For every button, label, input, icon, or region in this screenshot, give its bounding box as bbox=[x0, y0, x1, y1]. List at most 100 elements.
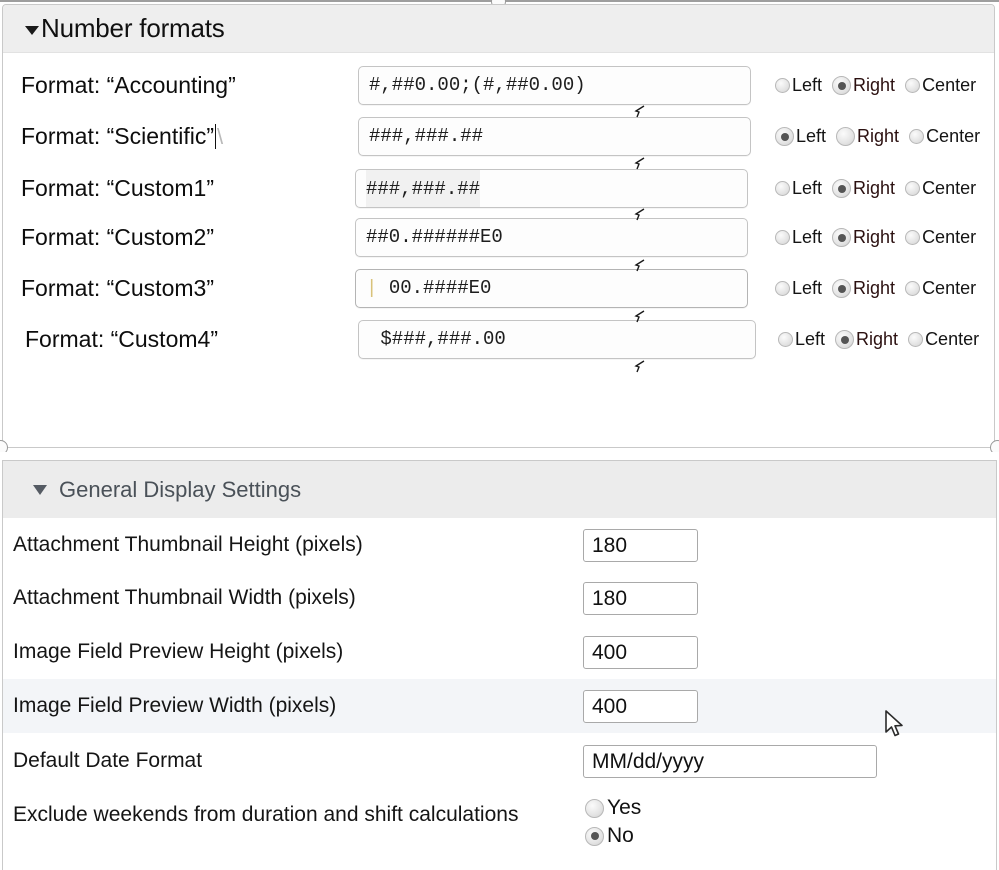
radio-left-icon[interactable] bbox=[775, 281, 790, 296]
radio-right-icon[interactable] bbox=[832, 179, 852, 198]
setting-label: Exclude weekends from duration and shift… bbox=[13, 803, 519, 826]
alignment-option-right[interactable]: Right bbox=[836, 126, 899, 147]
weekends-option-no[interactable]: No bbox=[585, 824, 641, 848]
alignment-option-left[interactable]: Left bbox=[775, 278, 822, 299]
general-display-settings-title: General Display Settings bbox=[59, 476, 302, 502]
radio-yes-icon[interactable] bbox=[585, 798, 604, 818]
format-label: Format: “Accounting” bbox=[21, 72, 236, 98]
weekends-option-yes[interactable]: Yes bbox=[585, 796, 641, 820]
alignment-option-left[interactable]: Left bbox=[778, 329, 825, 350]
radio-left-icon[interactable] bbox=[775, 181, 790, 196]
radio-label: Right bbox=[857, 126, 900, 146]
alignment-radio-group: Left Right Center bbox=[775, 75, 986, 96]
weekends-radio-group: Yes No bbox=[585, 796, 641, 852]
radio-right-icon[interactable] bbox=[832, 76, 852, 95]
setting-value-input[interactable]: 400 bbox=[583, 690, 698, 723]
alignment-option-center[interactable]: Center bbox=[909, 126, 980, 147]
alignment-option-left[interactable]: Left bbox=[775, 178, 822, 199]
setting-row: Attachment Thumbnail Width (pixels) 180 bbox=[3, 571, 996, 625]
radio-label: Left bbox=[792, 227, 823, 247]
format-value-input[interactable]: $###,###.00 bbox=[358, 320, 756, 359]
alignment-radio-group: Left Right Center bbox=[775, 178, 986, 199]
alignment-option-right[interactable]: Right bbox=[832, 178, 895, 199]
format-value-input[interactable]: #,##0.00;(#,##0.00) bbox=[358, 66, 751, 105]
setting-row: Image Field Preview Width (pixels) 400 bbox=[3, 679, 996, 733]
radio-left-icon[interactable] bbox=[778, 332, 793, 347]
radio-label: Center bbox=[925, 329, 980, 349]
format-label: Format: “Custom1” bbox=[21, 175, 214, 201]
radio-center-icon[interactable] bbox=[905, 78, 921, 93]
alignment-option-right[interactable]: Right bbox=[832, 227, 895, 248]
radio-label: Right bbox=[853, 178, 896, 198]
alignment-option-left[interactable]: Left bbox=[775, 227, 822, 248]
radio-center-icon[interactable] bbox=[905, 230, 921, 245]
radio-label: Right bbox=[856, 329, 899, 349]
setting-value-input[interactable]: 180 bbox=[583, 529, 698, 562]
radio-label: Left bbox=[792, 75, 823, 95]
radio-label: Center bbox=[926, 126, 981, 146]
format-label: Format: “Custom3” bbox=[21, 275, 214, 301]
alignment-option-right[interactable]: Right bbox=[832, 75, 895, 96]
radio-label: Center bbox=[922, 178, 977, 198]
radio-center-icon[interactable] bbox=[908, 332, 924, 347]
setting-value-input[interactable]: MM/dd/yyyy bbox=[583, 745, 877, 778]
radio-right-icon[interactable] bbox=[836, 127, 856, 146]
alignment-option-center[interactable]: Center bbox=[905, 75, 976, 96]
setting-value-input[interactable]: 400 bbox=[583, 636, 698, 669]
alignment-radio-group: Left Right Center bbox=[775, 278, 986, 299]
radio-left-icon[interactable] bbox=[775, 78, 790, 93]
radio-label: Right bbox=[853, 75, 896, 95]
alignment-radio-group: Left Right Center bbox=[778, 329, 989, 350]
general-display-settings-panel: General Display Settings Attachment Thum… bbox=[2, 460, 997, 870]
triangle-down-icon[interactable] bbox=[33, 484, 47, 495]
radio-right-icon[interactable] bbox=[832, 228, 852, 247]
format-row-custom4: Format: “Custom4” $###,###.00 Left Right… bbox=[3, 315, 994, 364]
radio-label: Center bbox=[922, 278, 977, 298]
alignment-option-left[interactable]: Left bbox=[775, 75, 822, 96]
panel-divider bbox=[0, 452, 999, 458]
setting-label: Default Date Format bbox=[13, 749, 203, 772]
radio-left-icon[interactable] bbox=[775, 230, 790, 245]
radio-center-icon[interactable] bbox=[905, 281, 921, 296]
setting-value-input[interactable]: 180 bbox=[583, 582, 698, 615]
radio-right-icon[interactable] bbox=[835, 330, 855, 349]
alignment-option-center[interactable]: Center bbox=[905, 178, 976, 199]
setting-row-weekends: Exclude weekends from duration and shift… bbox=[3, 792, 996, 866]
radio-center-icon[interactable] bbox=[905, 181, 921, 196]
radio-center-icon[interactable] bbox=[909, 129, 925, 144]
radio-label: Right bbox=[853, 278, 896, 298]
setting-row: Image Field Preview Height (pixels) 400 bbox=[3, 625, 996, 679]
alignment-option-left[interactable]: Left bbox=[775, 126, 826, 147]
format-row-custom1: Format: “Custom1” ###,###.## Left Right … bbox=[3, 164, 994, 213]
setting-label: Attachment Thumbnail Width (pixels) bbox=[13, 586, 356, 609]
radio-label: Left bbox=[792, 178, 823, 198]
format-label: Format: “Custom2” bbox=[21, 224, 214, 250]
format-value-input[interactable]: ###,###.## bbox=[358, 117, 751, 156]
triangle-down-icon[interactable] bbox=[25, 26, 39, 35]
radio-label: Right bbox=[853, 227, 896, 247]
alignment-radio-group: Left Right Center bbox=[775, 126, 990, 147]
radio-left-icon[interactable] bbox=[775, 127, 794, 146]
alignment-option-center[interactable]: Center bbox=[905, 278, 976, 299]
format-label: Format: “Scientific” \ bbox=[21, 123, 224, 149]
format-value-input[interactable]: ##0.######E0 bbox=[355, 218, 748, 257]
text-caret bbox=[214, 124, 216, 149]
format-value-input[interactable]: | 00.####E0 bbox=[355, 269, 748, 308]
alignment-option-right[interactable]: Right bbox=[832, 278, 895, 299]
alignment-option-center[interactable]: Center bbox=[905, 227, 976, 248]
format-value-input[interactable]: ###,###.## bbox=[355, 169, 748, 208]
number-formats-header[interactable]: Number formats bbox=[3, 5, 994, 53]
radio-label: Left bbox=[796, 126, 827, 146]
radio-label: Center bbox=[922, 75, 977, 95]
format-row-scientific: Format: “Scientific” \ ###,###.## Left Ri… bbox=[3, 112, 994, 161]
radio-label: No bbox=[607, 824, 634, 847]
radio-label: Left bbox=[792, 278, 823, 298]
format-row-custom3: Format: “Custom3” | 00.####E0 Left Right… bbox=[3, 264, 994, 313]
radio-right-icon[interactable] bbox=[832, 279, 852, 298]
setting-label: Attachment Thumbnail Height (pixels) bbox=[13, 532, 363, 556]
alignment-option-right[interactable]: Right bbox=[835, 329, 898, 350]
general-display-settings-header[interactable]: General Display Settings bbox=[3, 461, 996, 518]
radio-no-icon[interactable] bbox=[585, 826, 604, 846]
alignment-option-center[interactable]: Center bbox=[908, 329, 979, 350]
setting-row: Attachment Thumbnail Height (pixels) 180 bbox=[3, 518, 996, 571]
